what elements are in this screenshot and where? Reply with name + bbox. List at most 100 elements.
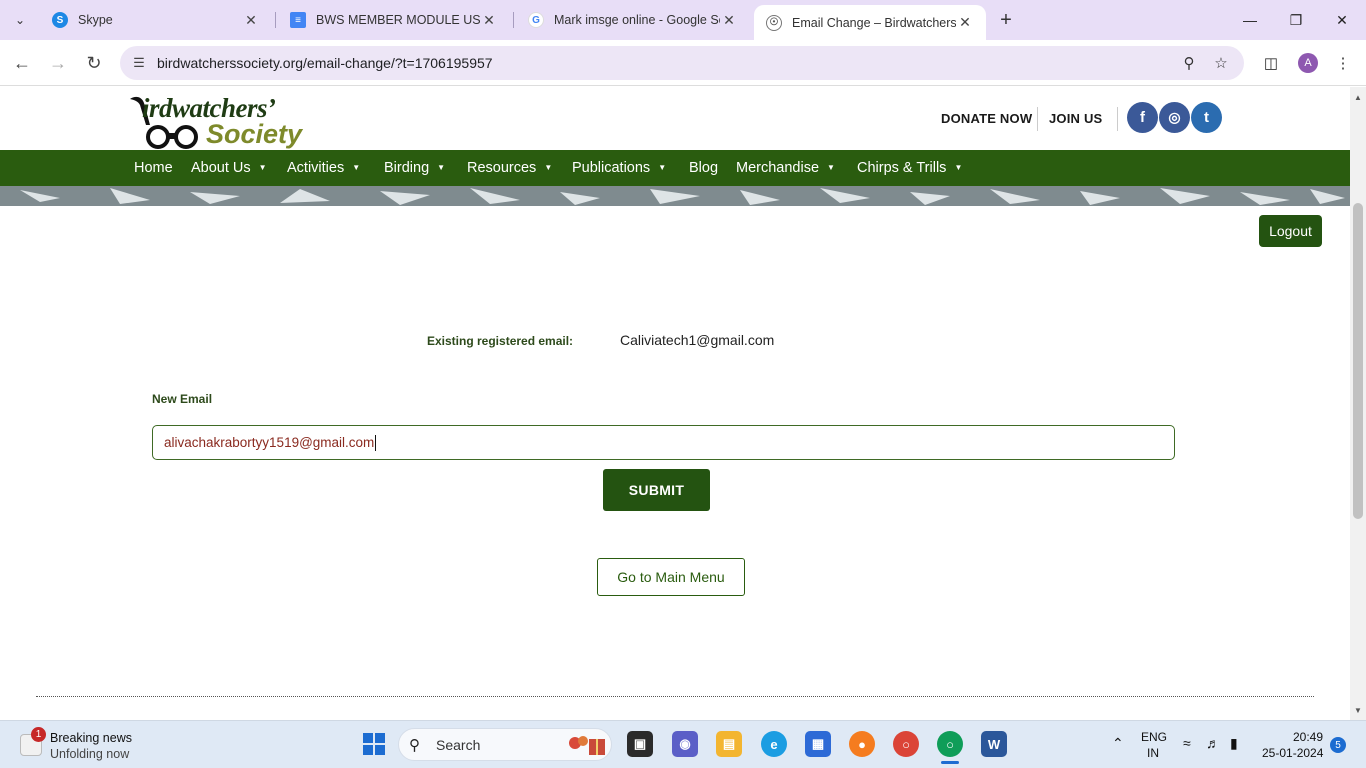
wifi-icon[interactable]: ≈ bbox=[1183, 735, 1191, 751]
close-icon[interactable]: ✕ bbox=[480, 12, 498, 29]
nav-activities[interactable]: Activities ▼ bbox=[287, 160, 360, 176]
dropdown-caret-icon: ▼ bbox=[258, 163, 267, 172]
new-email-label: New Email bbox=[152, 392, 213, 406]
dropdown-caret-icon: ▼ bbox=[437, 163, 446, 172]
facebook-icon[interactable]: f bbox=[1127, 102, 1158, 133]
volume-icon[interactable]: ♬ bbox=[1206, 735, 1220, 751]
nav-publications[interactable]: Publications ▼ bbox=[572, 160, 666, 176]
tab-divider bbox=[275, 12, 276, 28]
nav-resources[interactable]: Resources ▼ bbox=[467, 160, 552, 176]
tab-google-search[interactable]: G Mark imsge online - Google Sea ✕ bbox=[516, 0, 750, 40]
side-panel-icon[interactable]: ◫ bbox=[1260, 52, 1282, 74]
language-line2[interactable]: IN bbox=[1147, 746, 1159, 760]
battery-icon[interactable]: ▮ bbox=[1230, 735, 1238, 752]
donate-now-link[interactable]: DONATE NOW bbox=[941, 111, 1032, 126]
chrome-profile-icon[interactable]: ○ bbox=[937, 731, 963, 757]
tab-title: Skype bbox=[78, 13, 113, 27]
dropdown-caret-icon: ▼ bbox=[658, 163, 667, 172]
nav-chirps-trills[interactable]: Chirps & Trills ▼ bbox=[857, 160, 962, 176]
menu-kebab-icon[interactable]: ⋮ bbox=[1332, 52, 1354, 74]
dropdown-caret-icon: ▼ bbox=[954, 163, 963, 172]
text-cursor bbox=[375, 434, 377, 451]
nav-label: Birding bbox=[384, 160, 430, 176]
nav-about-us[interactable]: About Us ▼ bbox=[191, 160, 267, 176]
windows-start-icon[interactable] bbox=[361, 731, 387, 757]
reload-button[interactable]: ↻ bbox=[82, 51, 106, 75]
tab-title: Mark imsge online - Google Sea bbox=[554, 13, 720, 27]
nav-merchandise[interactable]: Merchandise ▼ bbox=[736, 160, 835, 176]
tab-bws-member-module[interactable]: ≡ BWS MEMBER MODULE USER C ✕ bbox=[278, 0, 510, 40]
file-explorer-icon[interactable]: ▤ bbox=[716, 731, 742, 757]
main-navigation: Home About Us ▼ Activities ▼ Birding ▼ Reso… bbox=[0, 150, 1350, 186]
scroll-up-arrow-icon[interactable]: ▲ bbox=[1350, 89, 1366, 105]
address-bar[interactable]: ☰ birdwatcherssociety.org/email-change/?… bbox=[120, 46, 1244, 80]
news-subtitle: Unfolding now bbox=[50, 747, 130, 761]
existing-email-label: Existing registered email: bbox=[427, 334, 574, 348]
nav-label: Activities bbox=[287, 160, 345, 176]
nav-label: Home bbox=[134, 160, 173, 176]
windows-taskbar: 1 Breaking news Unfolding now ⚲ Search ▣… bbox=[0, 720, 1366, 768]
profile-avatar[interactable]: A bbox=[1298, 53, 1318, 73]
twitter-icon[interactable]: t bbox=[1191, 102, 1222, 133]
nav-home[interactable]: Home bbox=[134, 160, 173, 176]
site-info-icon[interactable]: ☰ bbox=[130, 54, 148, 72]
firefox-icon[interactable]: ● bbox=[849, 731, 875, 757]
close-icon[interactable]: ✕ bbox=[956, 14, 974, 31]
existing-email-value: Caliviatech1@gmail.com bbox=[620, 332, 775, 348]
new-email-input[interactable]: alivachakrabortyy1519@gmail.com bbox=[152, 425, 1175, 460]
close-icon[interactable]: ✕ bbox=[242, 12, 260, 29]
flying-birds-illustration bbox=[0, 186, 1350, 206]
back-button[interactable]: ← bbox=[10, 51, 34, 75]
zoom-icon[interactable]: ⚲ bbox=[1180, 54, 1198, 72]
page-viewport: irdwatchers’ Society DONATE NOW JOIN US … bbox=[0, 87, 1350, 720]
close-icon[interactable]: ✕ bbox=[720, 12, 738, 29]
teams-chat-icon[interactable]: ◉ bbox=[672, 731, 698, 757]
window-close-button[interactable]: ✕ bbox=[1322, 8, 1362, 32]
nav-label: Merchandise bbox=[736, 160, 820, 176]
divider bbox=[1117, 107, 1118, 131]
nav-blog[interactable]: Blog bbox=[689, 160, 718, 176]
language-line1[interactable]: ENG bbox=[1141, 730, 1167, 744]
nav-birding[interactable]: Birding ▼ bbox=[384, 160, 445, 176]
minimize-button[interactable]: — bbox=[1230, 8, 1270, 32]
tab-title: Email Change – Birdwatchers So bbox=[792, 15, 956, 30]
tab-search-icon[interactable]: ⌄ bbox=[6, 7, 34, 33]
restore-button[interactable]: ❐ bbox=[1276, 8, 1316, 32]
active-app-indicator bbox=[941, 761, 959, 764]
url-text[interactable]: birdwatcherssociety.org/email-change/?t=… bbox=[157, 55, 493, 71]
gift-flowers-icon bbox=[569, 736, 605, 755]
instagram-icon[interactable]: ◎ bbox=[1159, 102, 1190, 133]
tab-skype[interactable]: S Skype ✕ bbox=[40, 0, 272, 40]
news-title: Breaking news bbox=[50, 731, 132, 745]
clock-date[interactable]: 25-01-2024 bbox=[1262, 746, 1323, 760]
globe-icon: ☉ bbox=[766, 14, 782, 31]
join-us-link[interactable]: JOIN US bbox=[1049, 111, 1102, 126]
go-to-main-menu-button[interactable]: Go to Main Menu bbox=[597, 558, 745, 596]
dropdown-caret-icon: ▼ bbox=[352, 163, 361, 172]
new-tab-button[interactable]: + bbox=[994, 8, 1018, 32]
nav-label: About Us bbox=[191, 160, 251, 176]
taskbar-search-label: Search bbox=[436, 737, 481, 753]
logo-text-line2: Society bbox=[206, 119, 303, 149]
edge-browser-icon[interactable]: e bbox=[761, 731, 787, 757]
bookmark-star-icon[interactable]: ☆ bbox=[1212, 54, 1230, 72]
submit-button[interactable]: SUBMIT bbox=[603, 469, 710, 511]
scroll-down-arrow-icon[interactable]: ▼ bbox=[1350, 702, 1366, 718]
docs-icon: ≡ bbox=[290, 12, 306, 28]
show-hidden-icons-icon[interactable]: ⌃ bbox=[1112, 735, 1124, 752]
site-logo[interactable]: irdwatchers’ Society bbox=[128, 91, 318, 149]
clock-time[interactable]: 20:49 bbox=[1293, 730, 1323, 744]
task-view-icon[interactable]: ▣ bbox=[627, 731, 653, 757]
page-scrollbar[interactable]: ▲ ▼ bbox=[1350, 87, 1366, 720]
microsoft-store-icon[interactable]: ▦ bbox=[805, 731, 831, 757]
browser-toolbar: ← → ↻ ☰ birdwatcherssociety.org/email-ch… bbox=[0, 40, 1366, 86]
tab-email-change[interactable]: ☉ Email Change – Birdwatchers So ✕ bbox=[754, 5, 986, 40]
scroll-thumb[interactable] bbox=[1353, 203, 1363, 519]
news-widget[interactable]: 1 Breaking news Unfolding now bbox=[20, 727, 160, 761]
taskbar-search[interactable]: ⚲ Search bbox=[398, 728, 612, 761]
word-icon[interactable]: W bbox=[981, 731, 1007, 757]
notification-badge[interactable]: 5 bbox=[1330, 737, 1346, 753]
chrome-icon[interactable]: ○ bbox=[893, 731, 919, 757]
logout-button[interactable]: Logout bbox=[1259, 215, 1322, 247]
forward-button[interactable]: → bbox=[46, 51, 70, 75]
